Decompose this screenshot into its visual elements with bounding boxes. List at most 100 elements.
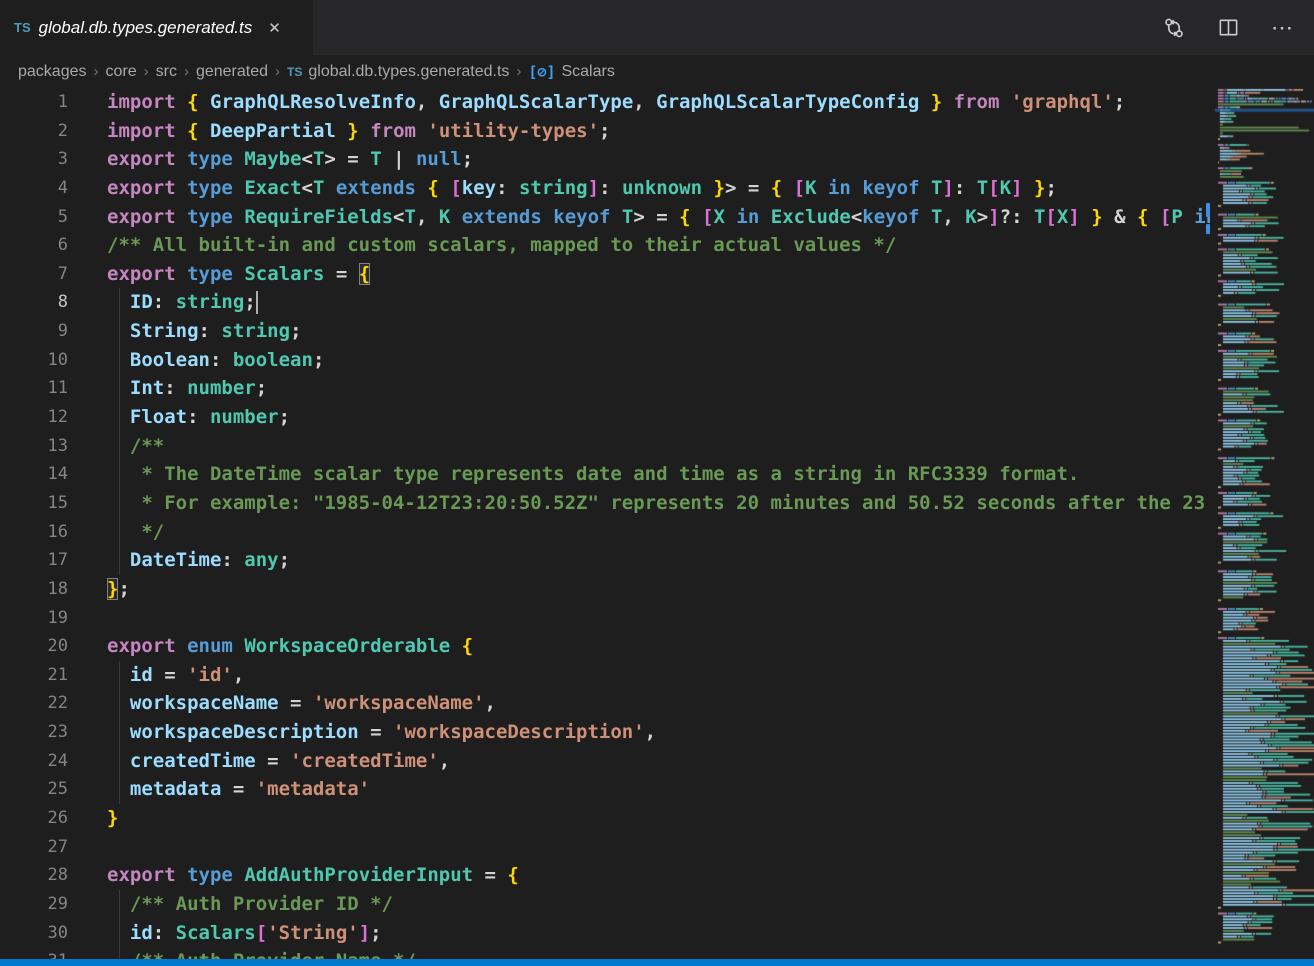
line-number: 20 <box>0 632 68 661</box>
line-number: 15 <box>0 489 68 518</box>
code-line[interactable]: 21 id = 'id', <box>0 661 1210 690</box>
code-line[interactable]: 19 <box>0 604 1210 633</box>
breadcrumb-item-global-db-types-generated-ts[interactable]: TS global.db.types.generated.ts <box>287 63 509 81</box>
line-number: 1 <box>0 88 68 117</box>
indent-guide <box>119 689 120 718</box>
code-line[interactable]: 29 /** Auth Provider ID */ <box>0 890 1210 919</box>
code-line[interactable]: 10 Boolean: boolean; <box>0 346 1210 375</box>
breadcrumb-label: core <box>106 63 137 81</box>
breadcrumb-item-scalars[interactable]: [⊘]Scalars <box>528 63 614 81</box>
line-number: 10 <box>0 346 68 375</box>
line-number: 21 <box>0 661 68 690</box>
code-line[interactable]: 28export type AddAuthProviderInput = { <box>0 861 1210 890</box>
code-line[interactable]: 6/** All built-in and custom scalars, ma… <box>0 231 1210 260</box>
breadcrumb-item-packages[interactable]: packages <box>18 63 87 81</box>
symbol-type-icon: [⊘] <box>528 63 555 81</box>
tab-global-db-types-generated[interactable]: TS global.db.types.generated.ts ✕ <box>0 0 313 55</box>
editor[interactable]: 1import { GraphQLResolveInfo, GraphQLSca… <box>0 88 1314 959</box>
line-number: 8 <box>0 288 68 317</box>
code-line[interactable]: 1import { GraphQLResolveInfo, GraphQLSca… <box>0 88 1210 117</box>
status-bar <box>0 959 1314 966</box>
code-line[interactable]: 23 workspaceDescription = 'workspaceDesc… <box>0 718 1210 747</box>
chevron-right-icon: › <box>275 63 280 80</box>
line-number: 9 <box>0 317 68 346</box>
code-line[interactable]: 7export type Scalars = { <box>0 260 1210 289</box>
code-line[interactable]: 24 createdTime = 'createdTime', <box>0 747 1210 776</box>
code-line[interactable]: 16 */ <box>0 518 1210 547</box>
code-line[interactable]: 14 * The DateTime scalar type represents… <box>0 460 1210 489</box>
code-area[interactable]: 1import { GraphQLResolveInfo, GraphQLSca… <box>0 88 1210 959</box>
chevron-right-icon: › <box>144 63 149 80</box>
breadcrumb-item-src[interactable]: src <box>156 63 177 81</box>
split-editor-icon[interactable] <box>1216 16 1240 40</box>
line-number: 22 <box>0 689 68 718</box>
breadcrumb-item-generated[interactable]: generated <box>196 63 268 81</box>
line-number: 6 <box>0 231 68 260</box>
editor-actions: ⋯ <box>1162 0 1314 55</box>
text-cursor <box>256 291 258 314</box>
indent-guide <box>119 460 120 489</box>
line-number: 28 <box>0 861 68 890</box>
indent-guide <box>119 947 120 959</box>
line-number: 17 <box>0 546 68 575</box>
minimap-change-marker <box>1206 203 1210 217</box>
line-number: 12 <box>0 403 68 432</box>
line-number: 19 <box>0 604 68 633</box>
minimap[interactable] <box>1215 88 1314 959</box>
code-line[interactable]: 2import { DeepPartial } from 'utility-ty… <box>0 117 1210 146</box>
code-line[interactable]: 12 Float: number; <box>0 403 1210 432</box>
code-line[interactable]: 5export type RequireFields<T, K extends … <box>0 203 1210 232</box>
minimap-change-marker <box>1206 224 1210 234</box>
indent-guide <box>119 346 120 375</box>
breadcrumb-label: global.db.types.generated.ts <box>308 63 509 81</box>
close-icon[interactable]: ✕ <box>264 17 285 39</box>
code-line[interactable]: 30 id: Scalars['String']; <box>0 919 1210 948</box>
indent-guide <box>119 374 120 403</box>
code-line[interactable]: 8 ID: string; <box>0 288 1210 317</box>
line-number: 25 <box>0 775 68 804</box>
line-number: 31 <box>0 947 68 959</box>
line-number: 11 <box>0 374 68 403</box>
code-line[interactable]: 17 DateTime: any; <box>0 546 1210 575</box>
indent-guide <box>119 747 120 776</box>
indent-guide <box>119 890 120 919</box>
line-number: 26 <box>0 804 68 833</box>
code-line[interactable]: 20export enum WorkspaceOrderable { <box>0 632 1210 661</box>
indent-guide <box>119 403 120 432</box>
chevron-right-icon: › <box>94 63 99 80</box>
code-line[interactable]: 11 Int: number; <box>0 374 1210 403</box>
breadcrumb: packages›core›src›generated›TSglobal.db.… <box>0 55 1210 88</box>
code-line[interactable]: 27 <box>0 833 1210 862</box>
tab-title: global.db.types.generated.ts <box>39 18 253 38</box>
line-number: 23 <box>0 718 68 747</box>
code-line[interactable]: 25 metadata = 'metadata' <box>0 775 1210 804</box>
code-line[interactable]: 4export type Exact<T extends { [key: str… <box>0 174 1210 203</box>
code-line[interactable]: 15 * For example: "1985-04-12T23:20:50.5… <box>0 489 1210 518</box>
typescript-file-icon: TS <box>14 20 31 35</box>
code-line[interactable]: 9 String: string; <box>0 317 1210 346</box>
source-control-graph-icon[interactable] <box>1162 16 1186 40</box>
line-number: 13 <box>0 432 68 461</box>
indent-guide <box>119 489 120 518</box>
vscode-window: TS global.db.types.generated.ts ✕ <box>0 0 1314 966</box>
code-line[interactable]: 26} <box>0 804 1210 833</box>
indent-guide <box>119 317 120 346</box>
code-line[interactable]: 18}; <box>0 575 1210 604</box>
line-number: 5 <box>0 203 68 232</box>
indent-guide <box>119 546 120 575</box>
indent-guide <box>119 718 120 747</box>
indent-guide <box>119 661 120 690</box>
line-number: 7 <box>0 260 68 289</box>
more-actions-icon[interactable]: ⋯ <box>1270 16 1294 40</box>
line-number: 30 <box>0 919 68 948</box>
typescript-file-icon: TS <box>287 65 302 79</box>
indent-guide <box>119 775 120 804</box>
line-number: 27 <box>0 833 68 862</box>
indent-guide <box>119 432 120 461</box>
code-line[interactable]: 3export type Maybe<T> = T | null; <box>0 145 1210 174</box>
indent-guide <box>119 919 120 948</box>
breadcrumb-item-core[interactable]: core <box>106 63 137 81</box>
code-line[interactable]: 31 /** Auth Provider Name */ <box>0 947 1210 959</box>
code-line[interactable]: 13 /** <box>0 432 1210 461</box>
code-line[interactable]: 22 workspaceName = 'workspaceName', <box>0 689 1210 718</box>
